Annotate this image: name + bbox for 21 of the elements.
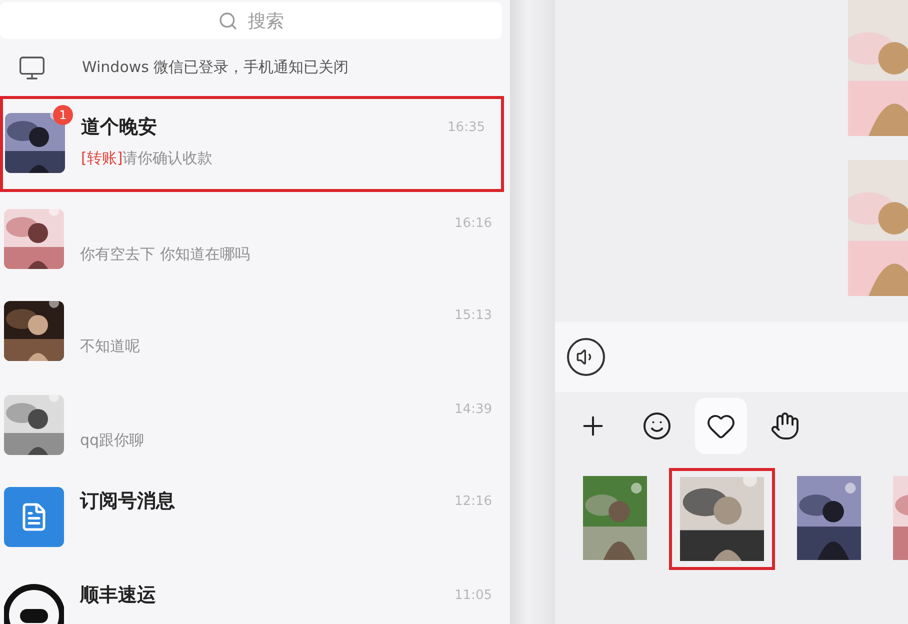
chat-time: 15:13 [454, 308, 492, 322]
voice-button[interactable] [567, 338, 605, 376]
chat-preview: qq跟你聊 [80, 431, 146, 450]
chat-time: 16:16 [454, 216, 492, 230]
chat-time: 14:39 [454, 402, 492, 416]
chat-time: 12:16 [454, 494, 492, 508]
chat-name: 道个晚安 [81, 115, 157, 140]
monitor-icon [18, 54, 46, 82]
search-icon [218, 10, 238, 31]
chat-name: 顺丰速运 [80, 583, 156, 608]
unread-badge: 1 [53, 105, 73, 125]
chat-time: 16:35 [448, 120, 485, 134]
subscription-avatar [4, 487, 64, 547]
chat-preview: 你有空去下 你知道在哪吗 [80, 245, 251, 264]
logo-avatar [4, 581, 64, 624]
chat-name: 订阅号消息 [80, 489, 175, 514]
search-field[interactable]: 搜索 [0, 2, 502, 40]
chat-time: 11:05 [454, 588, 492, 602]
chat-preview: [转账]请你确认收款 [81, 149, 214, 168]
chat-preview: 不知道呢 [80, 337, 141, 356]
login-notice: Windows 微信已登录，手机通知已关闭 [82, 58, 349, 78]
